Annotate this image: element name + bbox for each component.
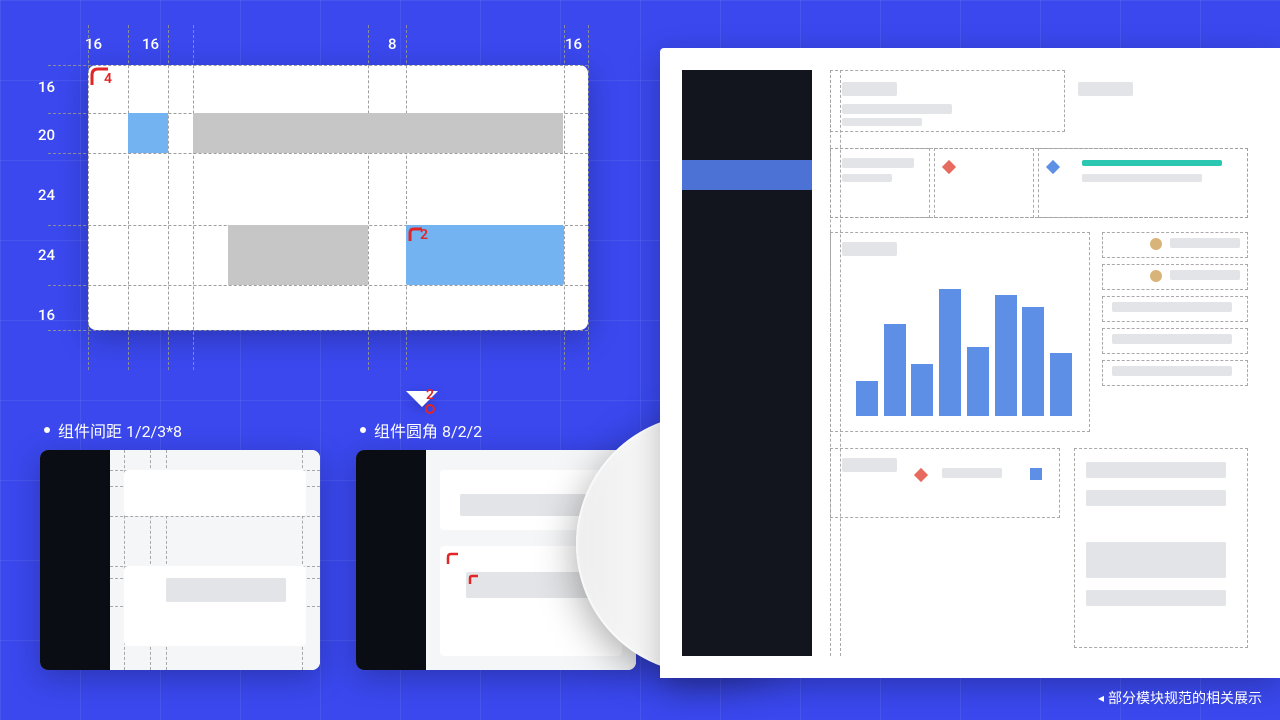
measure-top-3: 8: [388, 35, 397, 53]
section-radius-label: 组件圆角 8/2/2: [360, 418, 482, 442]
bar: [1050, 353, 1072, 416]
measure-top-2: 16: [142, 35, 159, 53]
preview-sidebar: [682, 70, 812, 656]
measure-left-5: 16: [38, 306, 55, 324]
measure-left-1: 16: [38, 78, 55, 96]
placeholder-grey-square: [228, 225, 368, 285]
placeholder-blue-rect: [406, 225, 564, 285]
measure-left-4: 24: [38, 246, 55, 264]
bar: [967, 347, 989, 416]
bar: [939, 289, 961, 416]
bar-chart: [848, 266, 1078, 416]
bar: [1022, 307, 1044, 416]
caption: 部分模块规范的相关展示: [1098, 688, 1262, 708]
section-spacing-label: 组件间距 1/2/3*8: [44, 418, 182, 442]
module-preview: [660, 48, 1280, 678]
bar: [995, 295, 1017, 416]
spacing-demo-card: [40, 450, 320, 670]
placeholder-grey-bar: [193, 113, 563, 153]
speech-bubble-tip: 2: [406, 391, 438, 407]
spec-card: 4 2 2: [88, 65, 588, 330]
bar: [884, 324, 906, 416]
bar: [856, 381, 878, 416]
bar: [911, 364, 933, 416]
measure-left-2: 20: [38, 126, 55, 144]
measure-left-3: 24: [38, 186, 55, 204]
placeholder-blue-square: [128, 113, 168, 153]
measure-top-4: 16: [565, 35, 582, 53]
